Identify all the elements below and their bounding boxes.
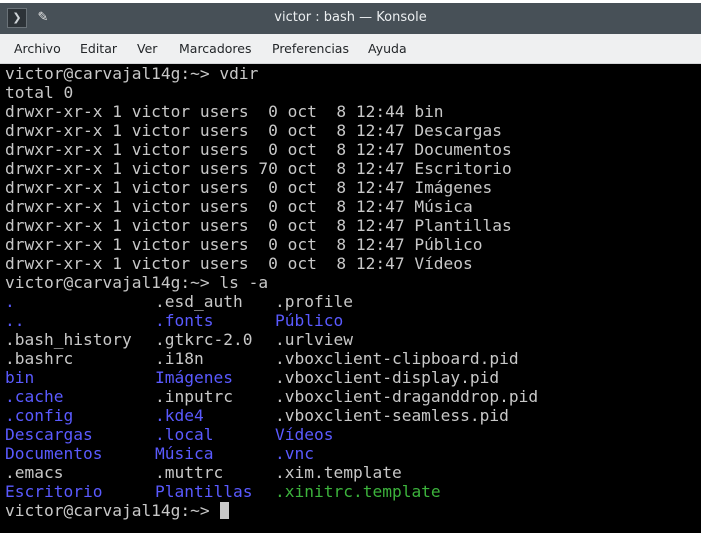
ls-directory: .config xyxy=(5,406,74,425)
window-title: victor : bash — Konsole xyxy=(274,10,427,25)
ls-file: .esd_auth xyxy=(155,292,243,311)
ls-directory: .fonts xyxy=(155,311,214,330)
ls-file: .i18n xyxy=(155,349,204,368)
ls-directory: Música xyxy=(155,444,214,463)
title-bar[interactable]: ❯ ✎ victor : bash — Konsole xyxy=(0,0,701,34)
ls-file: .inputrc xyxy=(155,387,233,406)
vdir-entry: drwxr-xr-x 1 victor users 0 oct 8 12:47 … xyxy=(5,197,473,216)
menu-editar[interactable]: Editar xyxy=(80,34,117,63)
prompt-line: victor@carvajal14g:~> ls -a xyxy=(5,273,269,292)
ls-directory: Imágenes xyxy=(155,368,233,387)
ls-directory: .. xyxy=(5,311,25,330)
vdir-entry: drwxr-xr-x 1 victor users 0 oct 8 12:47 … xyxy=(5,216,512,235)
ls-file: .gtkrc-2.0 xyxy=(155,330,253,349)
ls-directory: Escritorio xyxy=(5,482,103,501)
menu-ver[interactable]: Ver xyxy=(137,34,157,63)
ls-file: .urlview xyxy=(275,330,353,349)
vdir-entry: drwxr-xr-x 1 victor users 0 oct 8 12:44 … xyxy=(5,102,444,121)
ls-directory: .vnc xyxy=(275,444,314,463)
ls-directory: .kde4 xyxy=(155,406,204,425)
menu-preferencias[interactable]: Preferencias xyxy=(272,34,349,63)
ls-file: .muttrc xyxy=(155,463,224,482)
ls-file: .vboxclient-clipboard.pid xyxy=(275,349,519,368)
ls-file: .vboxclient-draganddrop.pid xyxy=(275,387,539,406)
vdir-entry: drwxr-xr-x 1 victor users 0 oct 8 12:47 … xyxy=(5,235,483,254)
ls-directory: Público xyxy=(275,311,344,330)
menu-archivo[interactable]: Archivo xyxy=(14,34,61,63)
ls-file: .emacs xyxy=(5,463,64,482)
prompt-text: victor@carvajal14g:~> xyxy=(5,501,220,520)
vdir-entry: drwxr-xr-x 1 victor users 0 oct 8 12:47 … xyxy=(5,140,512,159)
ls-directory: Vídeos xyxy=(275,425,334,444)
ls-file: .profile xyxy=(275,292,353,311)
vdir-entry: drwxr-xr-x 1 victor users 0 oct 8 12:47 … xyxy=(5,121,503,140)
ls-directory: .local xyxy=(155,425,214,444)
ls-file: .vboxclient-seamless.pid xyxy=(275,406,509,425)
ls-directory: Documentos xyxy=(5,444,103,463)
menu-bar: Archivo Editar Ver Marcadores Preferenci… xyxy=(0,34,701,64)
ls-directory: Descargas xyxy=(5,425,93,444)
ls-directory: . xyxy=(5,292,15,311)
output-line: total 0 xyxy=(5,83,74,102)
ls-directory: Plantillas xyxy=(155,482,253,501)
ls-directory: .cache xyxy=(5,387,64,406)
ls-file: .vboxclient-display.pid xyxy=(275,368,500,387)
prompt-line: victor@carvajal14g:~> vdir xyxy=(5,64,259,83)
vdir-entry: drwxr-xr-x 1 victor users 0 oct 8 12:47 … xyxy=(5,254,473,273)
konsole-window: ❯ ✎ victor : bash — Konsole Archivo Edit… xyxy=(0,0,701,533)
ls-file: .bashrc xyxy=(5,349,74,368)
ls-file: .xim.template xyxy=(275,463,402,482)
terminal-area[interactable]: victor@carvajal14g:~> vdir total 0 drwxr-x… xyxy=(0,64,701,533)
ls-directory: bin xyxy=(5,368,35,387)
ls-file: .xinitrc.template xyxy=(275,482,441,501)
vdir-entry: drwxr-xr-x 1 victor users 0 oct 8 12:47 … xyxy=(5,178,493,197)
vdir-entry: drwxr-xr-x 1 victor users 70 oct 8 12:47… xyxy=(5,159,512,178)
menu-marcadores[interactable]: Marcadores xyxy=(179,34,252,63)
prompt-line: victor@carvajal14g:~> xyxy=(5,501,229,520)
text-cursor xyxy=(220,502,229,519)
menu-ayuda[interactable]: Ayuda xyxy=(368,34,407,63)
ls-file: .bash_history xyxy=(5,330,132,349)
